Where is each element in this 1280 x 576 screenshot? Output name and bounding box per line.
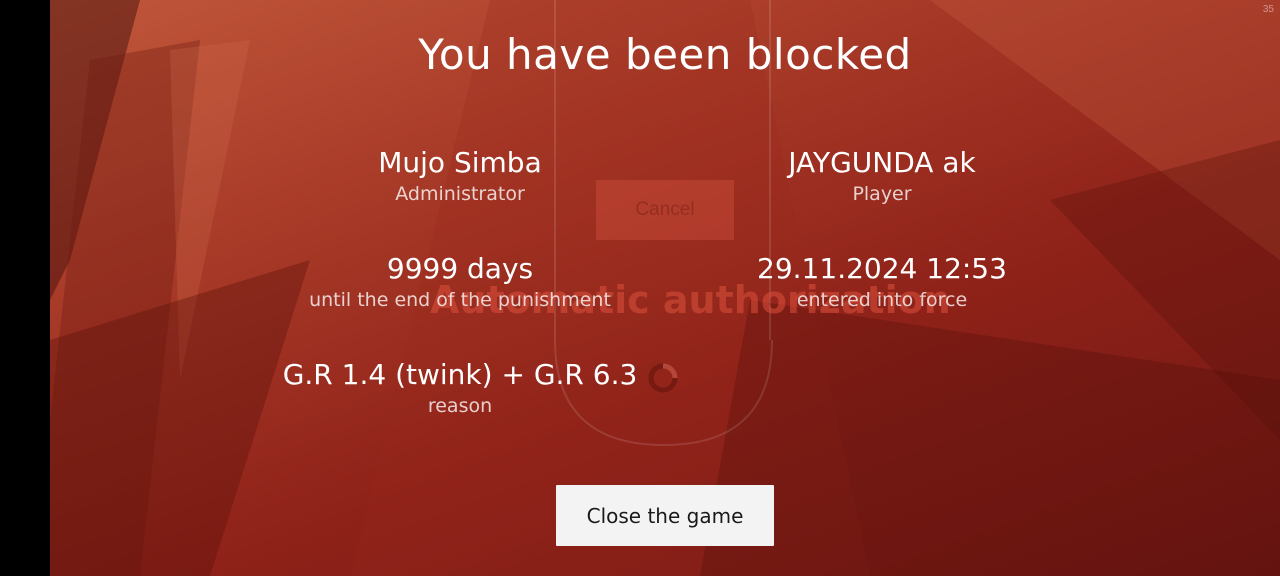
date-label: entered into force <box>796 289 968 311</box>
close-game-button[interactable]: Close the game <box>556 485 774 546</box>
duration-info: 9999 days until the end of the punishmen… <box>260 252 660 311</box>
date-value: 29.11.2024 12:53 <box>757 252 1007 285</box>
duration-value: 9999 days <box>386 252 534 285</box>
admin-role: Administrator <box>395 183 525 205</box>
background-cancel-label: Cancel <box>635 199 695 220</box>
player-info: JAYGUNDA ak Player <box>732 146 1032 205</box>
reason-label: reason <box>427 395 493 417</box>
duration-label: until the end of the punishment <box>309 289 611 311</box>
player-name: JAYGUNDA ak <box>788 146 976 179</box>
fps-counter: 35 <box>1262 4 1274 15</box>
player-role: Player <box>852 183 912 205</box>
background-cancel-button: Cancel <box>596 180 734 240</box>
reason-info: G.R 1.4 (twink) + G.R 6.3 reason <box>240 358 680 417</box>
reason-value: G.R 1.4 (twink) + G.R 6.3 <box>282 358 638 391</box>
left-black-bar <box>0 0 50 576</box>
block-screen: 35 Cancel Automatic authorization You ha… <box>50 0 1280 576</box>
admin-info: Mujo Simba Administrator <box>310 146 610 205</box>
close-game-label: Close the game <box>586 503 744 528</box>
date-info: 29.11.2024 12:53 entered into force <box>682 252 1082 311</box>
page-title: You have been blocked <box>418 30 912 79</box>
admin-name: Mujo Simba <box>378 146 542 179</box>
